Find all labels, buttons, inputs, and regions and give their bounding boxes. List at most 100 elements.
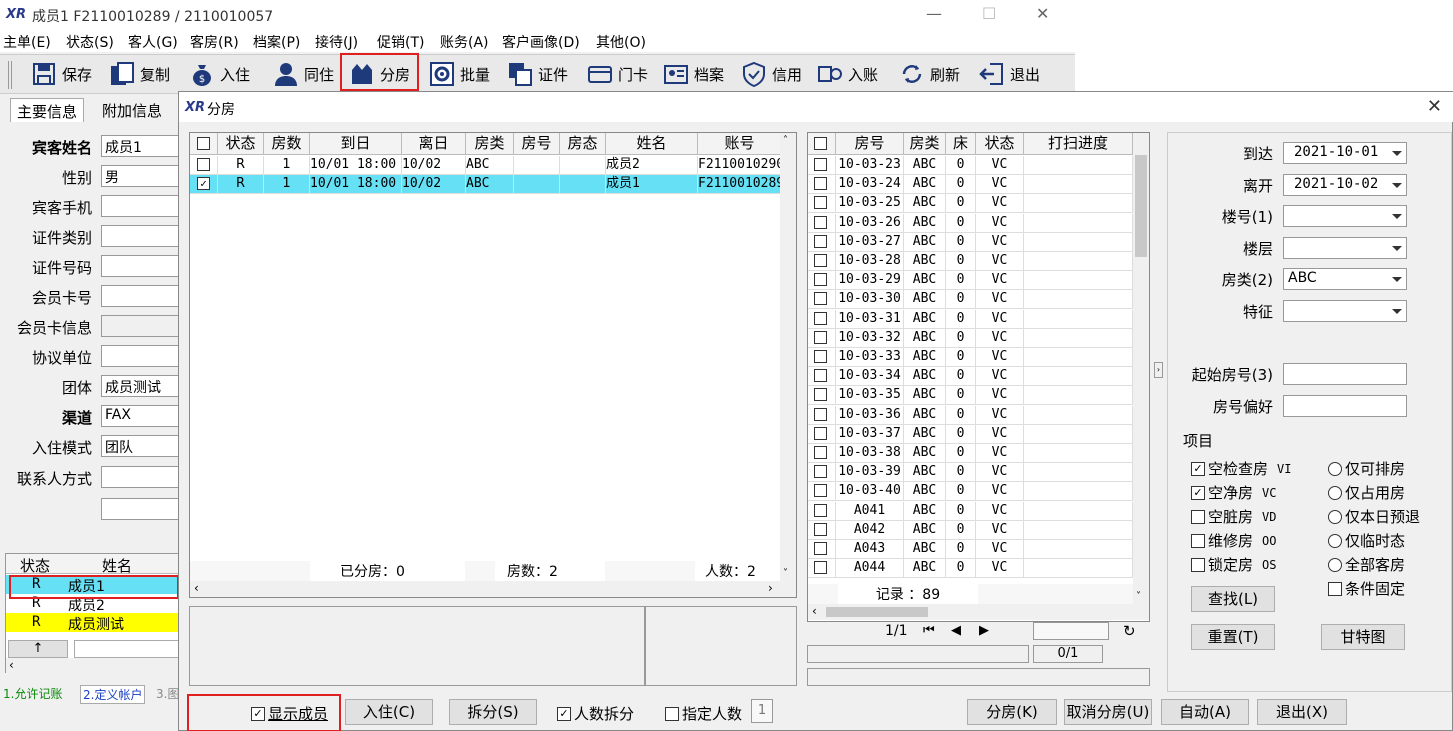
next-page-icon[interactable]: ▶ bbox=[979, 623, 989, 638]
field-input-4[interactable] bbox=[101, 255, 181, 277]
toolbar-button-person[interactable]: 同住 bbox=[272, 57, 334, 91]
room-cell[interactable] bbox=[808, 386, 836, 406]
minimize-button[interactable]: — bbox=[926, 4, 942, 23]
room-checkbox[interactable] bbox=[814, 522, 827, 536]
room-grid-vscroll[interactable]: ˅ bbox=[1133, 133, 1149, 604]
menu-item-0[interactable]: 主单(E) bbox=[3, 32, 51, 52]
option-checkbox[interactable] bbox=[1191, 557, 1205, 572]
field-input-10[interactable]: 团队 bbox=[101, 435, 181, 457]
page-jump-input[interactable] bbox=[1033, 622, 1109, 640]
filter-start_room-input[interactable] bbox=[1283, 363, 1407, 385]
find-button[interactable]: 查找(L) bbox=[1191, 586, 1275, 612]
assign-cell[interactable]: ✓ bbox=[190, 175, 218, 194]
menu-item-5[interactable]: 接待(J) bbox=[315, 32, 358, 52]
radio-button[interactable] bbox=[1328, 509, 1342, 524]
member-row[interactable]: R 成员测试 bbox=[6, 613, 181, 633]
radio-button[interactable] bbox=[1328, 485, 1342, 500]
assign-row[interactable]: R 1 10/01 18:00 10/02 ABC 成员2 F2110010290 bbox=[190, 156, 796, 175]
dialog-close-button[interactable]: ✕ bbox=[1427, 96, 1442, 117]
option-checkbox[interactable]: ✓ bbox=[1191, 461, 1205, 476]
room-cell[interactable] bbox=[808, 463, 836, 483]
tab-define-account[interactable]: 2.定义帐户 bbox=[80, 685, 146, 704]
check-option-vc[interactable]: ✓ 空净房 VC bbox=[1191, 482, 1276, 503]
auto-button[interactable]: 自动(A) bbox=[1161, 699, 1249, 725]
room-row[interactable]: 10-03-31 ABC 0 VC bbox=[808, 309, 1149, 329]
member-list-hscroll[interactable]: ‹ bbox=[6, 658, 181, 674]
room-cell[interactable] bbox=[808, 175, 836, 195]
first-page-icon[interactable]: ⏮ bbox=[923, 623, 935, 638]
option-checkbox[interactable] bbox=[1328, 581, 1342, 596]
room-grid-hscroll[interactable]: ‹ bbox=[808, 604, 1149, 620]
toolbar-button-document[interactable]: 证件 bbox=[506, 57, 568, 91]
room-cell[interactable] bbox=[808, 348, 836, 367]
room-row[interactable]: 10-03-34 ABC 0 VC bbox=[808, 367, 1149, 387]
room-checkbox[interactable] bbox=[814, 330, 827, 344]
room-cell[interactable] bbox=[808, 194, 836, 214]
room-checkbox[interactable] bbox=[814, 350, 827, 363]
tab-extra-info[interactable]: 附加信息 bbox=[96, 98, 168, 123]
room-row[interactable]: A042 ABC 0 VC bbox=[808, 520, 1149, 540]
room-row[interactable]: 10-03-35 ABC 0 VC bbox=[808, 386, 1149, 406]
gantt-button[interactable]: 甘特图 bbox=[1321, 624, 1405, 650]
row-checkbox[interactable]: ✓ bbox=[197, 177, 210, 190]
room-row[interactable]: 10-03-37 ABC 0 VC bbox=[808, 424, 1149, 444]
toolbar-button-save[interactable]: 保存 bbox=[30, 57, 92, 91]
assign-grid-vscroll[interactable]: ˄ ˅ bbox=[780, 133, 796, 581]
toolbar-button-batch-gear[interactable]: 批量 bbox=[428, 57, 490, 91]
room-grid-scroll-thumb[interactable] bbox=[1135, 155, 1147, 257]
room-col-0[interactable] bbox=[808, 133, 836, 155]
filter-roomtype-input[interactable]: ABC bbox=[1283, 268, 1407, 290]
field-input-1[interactable]: 男 bbox=[101, 165, 181, 187]
room-row[interactable]: 10-03-30 ABC 0 VC bbox=[808, 290, 1149, 310]
radio-option-4[interactable]: 全部客房 bbox=[1328, 554, 1405, 575]
room-checkbox[interactable] bbox=[814, 465, 827, 479]
room-cell[interactable] bbox=[808, 405, 836, 425]
room-checkbox[interactable] bbox=[814, 369, 827, 383]
room-checkbox[interactable] bbox=[814, 254, 827, 267]
field-input-2[interactable] bbox=[101, 195, 181, 217]
field-input-0[interactable]: 成员1 bbox=[101, 135, 181, 157]
room-checkbox[interactable] bbox=[814, 158, 827, 171]
room-cell[interactable] bbox=[808, 232, 836, 252]
radio-button[interactable] bbox=[1328, 557, 1342, 572]
room-checkbox[interactable] bbox=[814, 542, 827, 555]
field-input-6[interactable] bbox=[101, 315, 181, 337]
specify-people-input[interactable]: 1 bbox=[751, 699, 773, 723]
reset-button[interactable]: 重置(T) bbox=[1191, 624, 1275, 650]
cond-fixed-checkbox[interactable]: 条件固定 bbox=[1328, 578, 1405, 599]
radio-option-0[interactable]: 仅可排房 bbox=[1328, 458, 1405, 479]
menu-item-7[interactable]: 账务(A) bbox=[440, 32, 489, 52]
tab-allow-charge[interactable]: 1.允许记账 bbox=[3, 685, 62, 702]
room-checkbox[interactable] bbox=[814, 234, 827, 248]
toolbar-button-shield-check[interactable]: 信用 bbox=[740, 57, 802, 91]
assign-col-0[interactable] bbox=[190, 133, 218, 155]
room-checkbox[interactable] bbox=[814, 292, 827, 306]
assign-room-button[interactable]: 分房(K) bbox=[967, 699, 1057, 725]
room-row[interactable]: A043 ABC 0 VC bbox=[808, 540, 1149, 559]
radio-option-2[interactable]: 仅本日预退 bbox=[1328, 506, 1420, 527]
room-checkbox[interactable] bbox=[814, 484, 827, 498]
menu-item-9[interactable]: 其他(O) bbox=[596, 32, 646, 52]
room-cell[interactable] bbox=[808, 444, 836, 463]
checkin-button[interactable]: 入住(C) bbox=[345, 699, 433, 725]
room-row[interactable]: 10-03-28 ABC 0 VC bbox=[808, 252, 1149, 271]
room-cell[interactable] bbox=[808, 559, 836, 579]
move-up-button[interactable]: ↑ bbox=[8, 640, 68, 658]
room-row[interactable]: 10-03-39 ABC 0 VC bbox=[808, 463, 1149, 483]
room-checkbox[interactable] bbox=[814, 177, 827, 191]
toolbar-button-refresh[interactable]: 刷新 bbox=[898, 57, 960, 91]
filter-arrive-input[interactable]: 2021-10-01 bbox=[1283, 142, 1407, 164]
show-members-checkbox[interactable]: ✓ 显示成员 bbox=[251, 703, 328, 724]
room-cell[interactable] bbox=[808, 252, 836, 271]
menu-item-8[interactable]: 客户画像(D) bbox=[502, 32, 580, 52]
specify-people-checkbox[interactable]: 指定人数 bbox=[665, 703, 742, 724]
room-checkbox[interactable] bbox=[814, 196, 827, 210]
people-split-checkbox[interactable]: ✓ 人数拆分 bbox=[557, 703, 634, 724]
room-cell[interactable] bbox=[808, 328, 836, 348]
check-option-vi[interactable]: ✓ 空检查房 VI bbox=[1191, 458, 1291, 479]
room-row[interactable]: 10-03-36 ABC 0 VC bbox=[808, 405, 1149, 425]
check-option-vd[interactable]: 空脏房 VD bbox=[1191, 506, 1276, 527]
select-all-checkbox[interactable] bbox=[197, 137, 210, 150]
check-option-os[interactable]: 锁定房 OS bbox=[1191, 554, 1276, 575]
room-cell[interactable] bbox=[808, 156, 836, 175]
